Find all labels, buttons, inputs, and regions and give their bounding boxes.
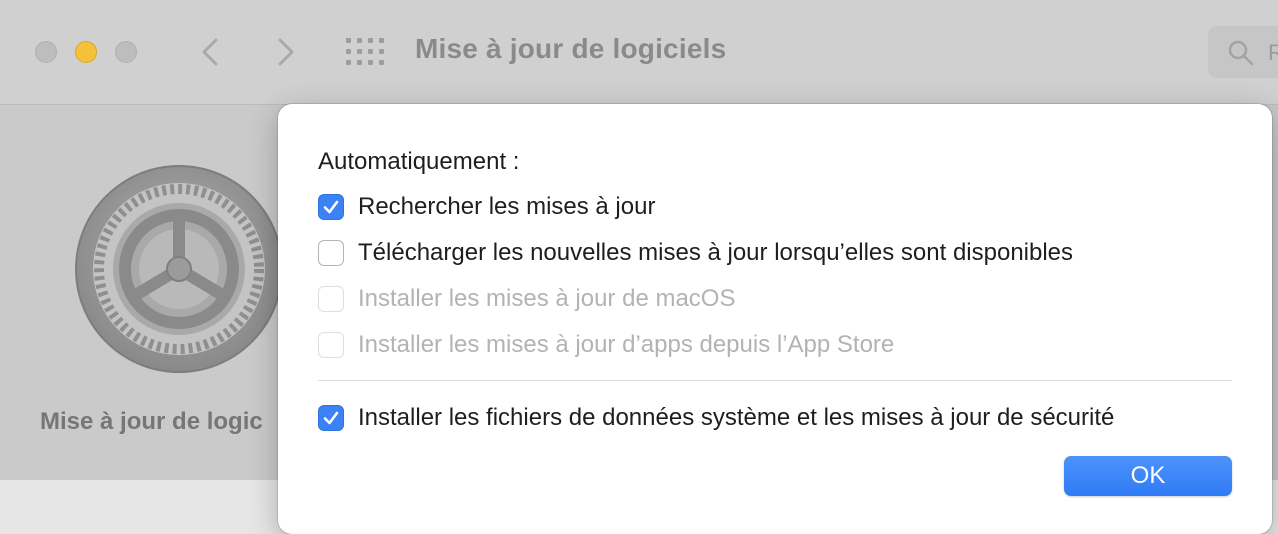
checkmark-icon (323, 411, 339, 425)
ok-button[interactable]: OK (1064, 456, 1232, 496)
checkmark-icon (323, 200, 339, 214)
checkbox-check-updates[interactable] (318, 194, 344, 220)
back-chevron-icon[interactable] (196, 32, 226, 72)
option-label: Installer les mises à jour d’apps depuis… (358, 331, 895, 358)
search-input[interactable]: R (1208, 26, 1278, 78)
zoom-window-button[interactable] (115, 41, 137, 63)
grid-icon[interactable] (346, 38, 384, 66)
automatic-updates-sheet: Automatiquement : Rechercher les mises à… (278, 104, 1272, 534)
option-label: Télécharger les nouvelles mises à jour l… (358, 239, 1074, 266)
option-install-app-store: Installer les mises à jour d’apps depuis… (318, 330, 894, 360)
option-label: Rechercher les mises à jour (358, 193, 656, 220)
option-check-updates[interactable]: Rechercher les mises à jour (318, 192, 655, 222)
checkbox-download-updates[interactable] (318, 240, 344, 266)
checkbox-security-updates[interactable] (318, 405, 344, 431)
sheet-heading: Automatiquement : (318, 148, 520, 175)
checkbox-install-macos (318, 286, 344, 312)
option-security-updates[interactable]: Installer les fichiers de données systèm… (318, 403, 1114, 433)
window-title: Mise à jour de logiciels (415, 33, 727, 64)
gear-icon (75, 165, 283, 373)
option-install-macos: Installer les mises à jour de macOS (318, 284, 735, 314)
divider (318, 380, 1232, 381)
checkbox-install-app-store (318, 332, 344, 358)
sidebar-title: Mise à jour de logic (40, 408, 263, 435)
option-download-updates[interactable]: Télécharger les nouvelles mises à jour l… (318, 238, 1073, 268)
minimize-window-button[interactable] (75, 41, 97, 63)
option-label: Installer les fichiers de données systèm… (358, 404, 1115, 431)
title-bar: Mise à jour de logiciels R (0, 0, 1278, 105)
close-window-button[interactable] (35, 41, 57, 63)
search-placeholder: R (1268, 40, 1278, 65)
search-icon (1228, 40, 1254, 66)
option-label: Installer les mises à jour de macOS (358, 285, 736, 312)
forward-chevron-icon[interactable] (270, 32, 300, 72)
